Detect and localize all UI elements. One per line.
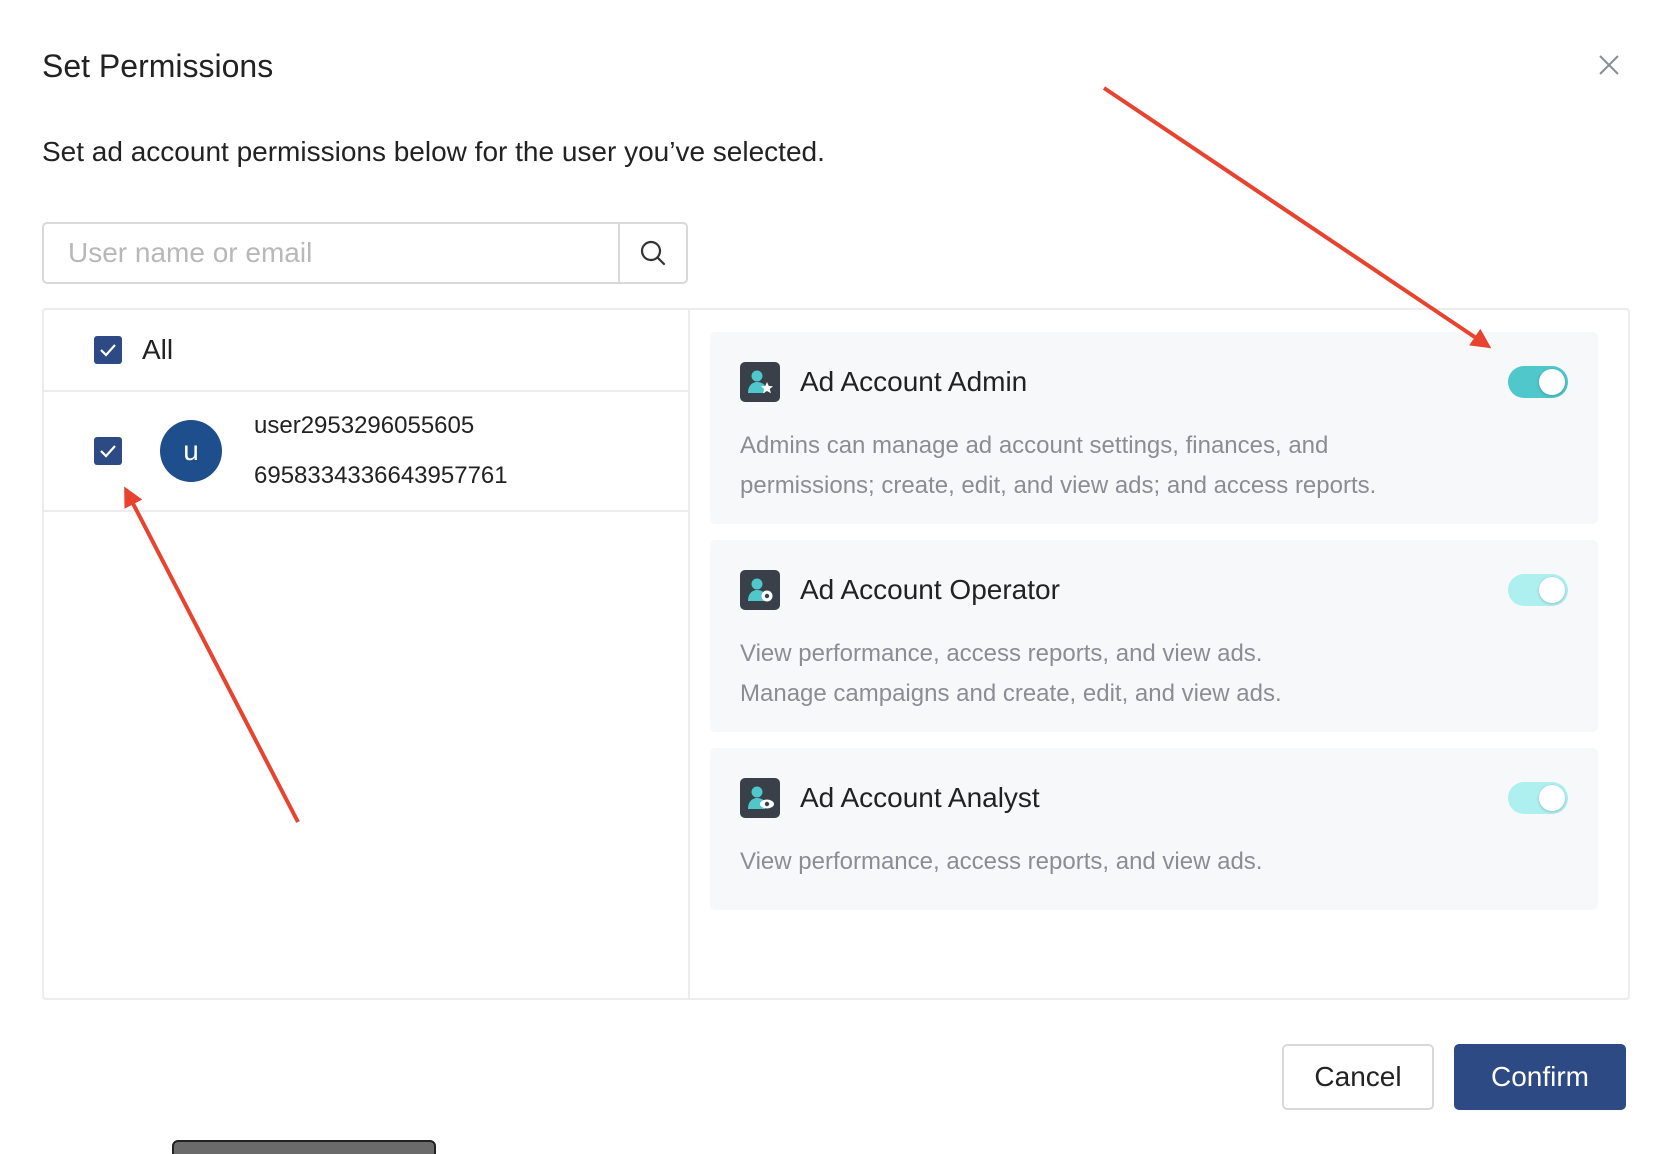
select-all-row[interactable]: All: [44, 310, 688, 392]
role-description: View performance, access reports, and vi…: [740, 640, 1282, 707]
check-icon: [100, 344, 116, 357]
user-row[interactable]: u user2953296055605 6958334336643957761: [44, 392, 688, 512]
user-star-icon: [740, 362, 780, 402]
cancel-button[interactable]: Cancel: [1282, 1044, 1434, 1110]
role-description: View performance, access reports, and vi…: [740, 848, 1263, 875]
role-card-admin: Ad Account Admin Admins can manage ad ac…: [710, 332, 1598, 524]
confirm-button[interactable]: Confirm: [1454, 1044, 1626, 1110]
user-id: 6958334336643957761: [254, 462, 508, 489]
analyst-toggle[interactable]: [1508, 782, 1568, 814]
permissions-panel: All u user2953296055605 6958334336643957…: [42, 308, 1630, 1000]
search-input[interactable]: [44, 224, 618, 282]
select-all-checkbox[interactable]: [94, 336, 122, 364]
user-name: user2953296055605: [254, 412, 475, 439]
role-title: Ad Account Operator: [800, 574, 1060, 605]
search-icon: [640, 240, 666, 266]
avatar: u: [160, 420, 222, 482]
select-all-label: All: [142, 334, 174, 365]
role-title: Ad Account Analyst: [800, 782, 1040, 813]
role-list: Ad Account Admin Admins can manage ad ac…: [710, 332, 1598, 926]
role-description: Admins can manage ad account settings, f…: [740, 432, 1377, 499]
search-button[interactable]: [618, 224, 686, 282]
user-list: All u user2953296055605 6958334336643957…: [44, 310, 690, 998]
user-gear-icon: [740, 570, 780, 610]
role-card-analyst: Ad Account Analyst View performance, acc…: [710, 748, 1598, 910]
dialog-title: Set Permissions: [42, 48, 274, 84]
operator-toggle[interactable]: [1508, 574, 1568, 606]
dialog-subtitle: Set ad account permissions below for the…: [42, 136, 825, 167]
check-icon: [100, 445, 116, 458]
close-icon: [1599, 55, 1619, 75]
user-info: user2953296055605 6958334336643957761: [254, 401, 508, 501]
user-search-box: [42, 222, 688, 284]
role-card-operator: Ad Account Operator View performance, ac…: [710, 540, 1598, 732]
user-eye-icon: [740, 778, 780, 818]
user-checkbox[interactable]: [94, 437, 122, 465]
close-button[interactable]: [1590, 46, 1628, 84]
set-permissions-dialog: Set Permissions Set ad account permissio…: [0, 0, 1668, 1154]
background-tab: [172, 1140, 436, 1154]
admin-toggle[interactable]: [1508, 366, 1568, 398]
role-title: Ad Account Admin: [800, 366, 1028, 397]
